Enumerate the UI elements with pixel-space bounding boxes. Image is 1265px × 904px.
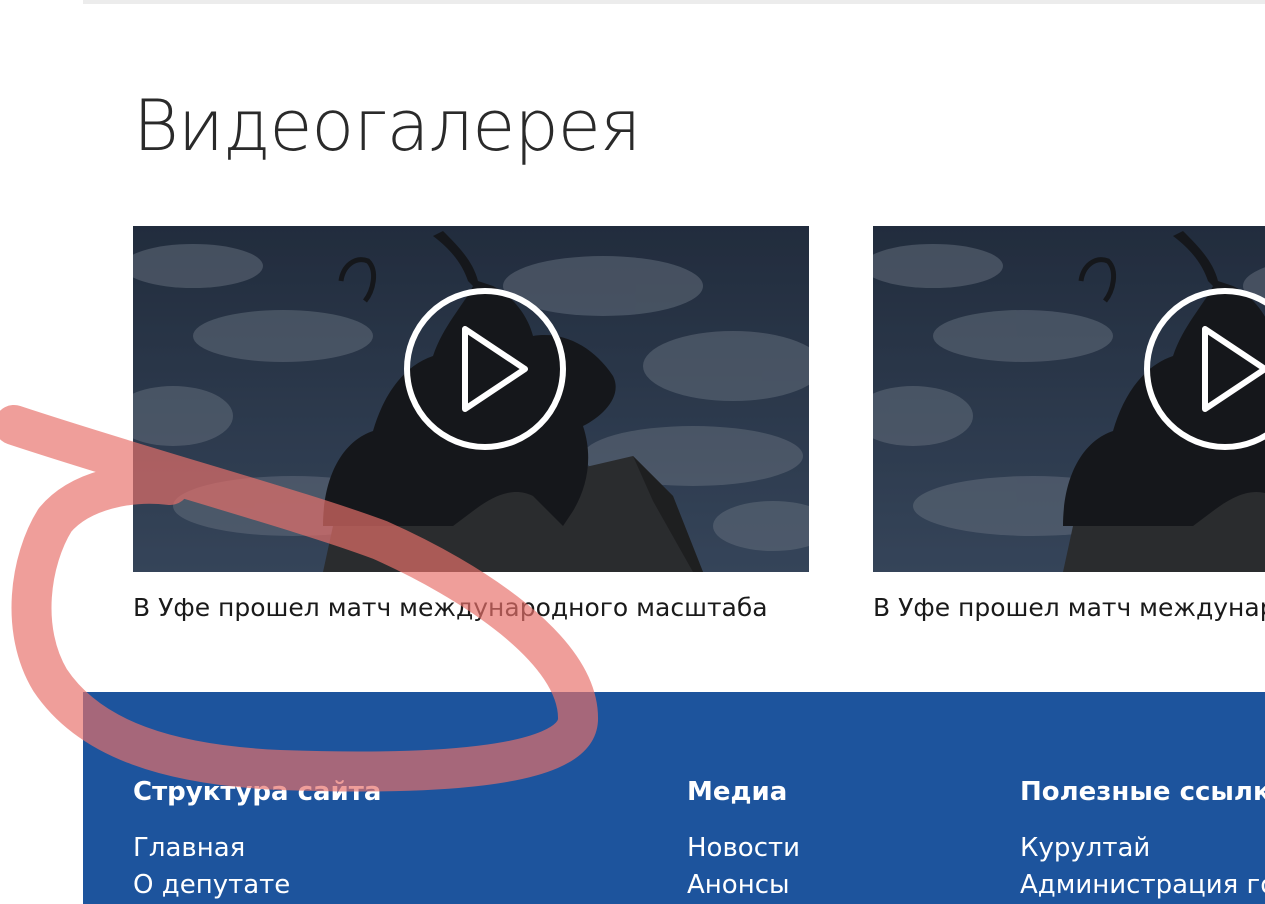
top-divider (83, 0, 1265, 4)
footer-link-list: Новости Анонсы (687, 830, 800, 904)
footer-heading: Структура сайта (133, 777, 382, 807)
play-icon[interactable] (1143, 287, 1265, 451)
video-card[interactable]: В Уфе прошел матч международного масштаб… (873, 226, 1265, 622)
video-thumbnail[interactable] (133, 226, 809, 572)
footer-link[interactable]: Главная (133, 833, 245, 863)
footer-heading: Полезные ссылки (1020, 777, 1265, 807)
footer-link-item[interactable]: Главная (133, 830, 381, 867)
footer-column-media: Медиа Новости Анонсы (687, 768, 800, 904)
footer-link-item[interactable]: Администрация го (1020, 867, 1265, 904)
video-card[interactable]: В Уфе прошел матч международного масштаб… (133, 226, 809, 622)
footer-column-structure: Структура сайта Главная О депутате (133, 768, 381, 904)
footer-link[interactable]: Администрация го (1020, 870, 1265, 900)
site-footer: Структура сайта Главная О депутате Медиа… (83, 692, 1265, 904)
footer-link-item[interactable]: Новости (687, 830, 800, 867)
video-caption[interactable]: В Уфе прошел матч международного масштаб… (133, 588, 768, 628)
footer-link-list: Курултай Администрация го (1020, 830, 1265, 904)
footer-link[interactable]: Курултай (1020, 833, 1150, 863)
footer-link-item[interactable]: Анонсы (687, 867, 800, 904)
footer-heading: Медиа (687, 777, 788, 807)
footer-link-item[interactable]: Курултай (1020, 830, 1265, 867)
play-icon[interactable] (403, 287, 567, 451)
footer-link[interactable]: Новости (687, 833, 800, 863)
page: Видеогалерея В Уфе прошел матч междунаро… (0, 0, 1265, 904)
section-title: Видеогалерея (133, 85, 641, 167)
footer-link[interactable]: Анонсы (687, 870, 790, 900)
footer-link-item[interactable]: О депутате (133, 867, 381, 904)
footer-link-list: Главная О депутате (133, 830, 381, 904)
footer-link[interactable]: О депутате (133, 870, 290, 900)
footer-column-links: Полезные ссылки Курултай Администрация г… (1020, 768, 1265, 904)
video-caption[interactable]: В Уфе прошел матч международного масштаб… (873, 588, 1265, 628)
video-thumbnail[interactable] (873, 226, 1265, 572)
